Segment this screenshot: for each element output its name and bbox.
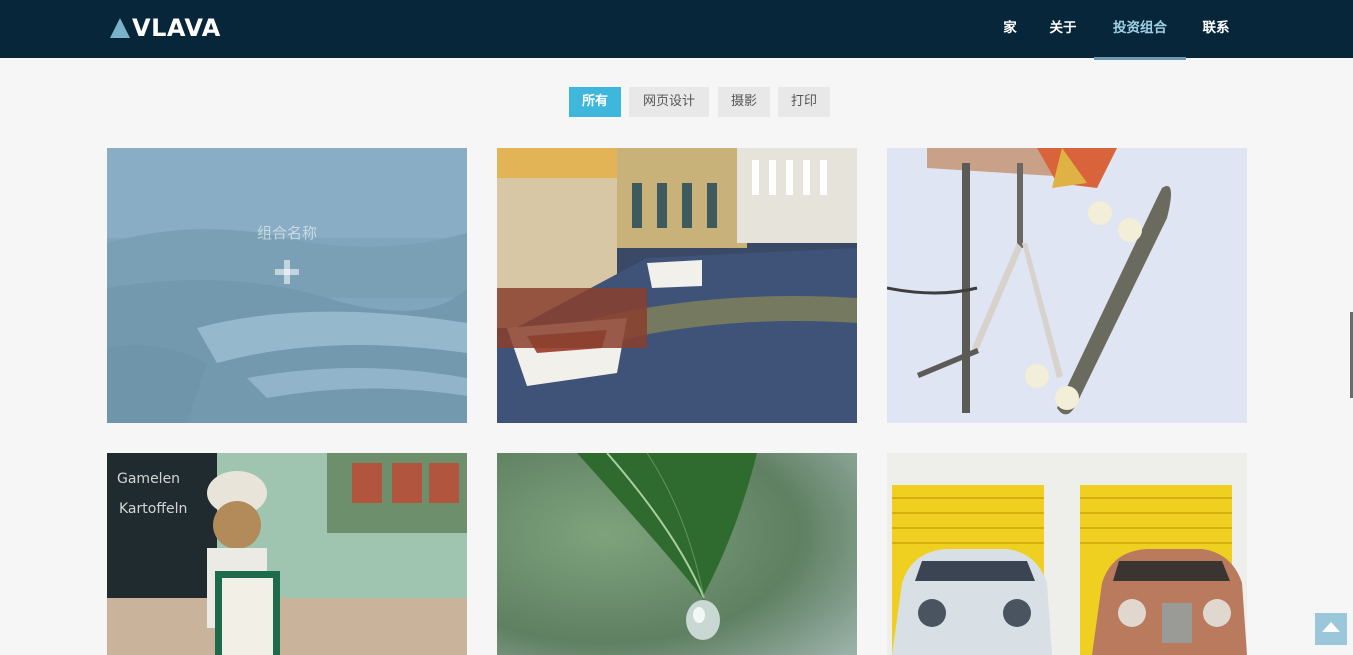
portfolio-hover-overlay[interactable]: 组合名称 <box>107 148 467 423</box>
portfolio-item[interactable]: 组合名称 <box>107 148 467 423</box>
portfolio-item[interactable]: Gamelen Kartoffeln <box>107 453 467 655</box>
triangle-logo-icon <box>110 18 130 38</box>
plus-icon[interactable] <box>275 260 299 284</box>
filter-photography-button[interactable]: 摄影 <box>718 87 770 117</box>
arrow-up-icon[interactable] <box>1315 613 1347 645</box>
portfolio-image-canal <box>497 148 857 423</box>
filter-all-button[interactable]: 所有 <box>569 87 621 117</box>
brand-name: VLAVA <box>132 14 221 42</box>
top-navbar: VLAVA 家 关于 投资组合 联系 <box>0 0 1353 60</box>
nav-item-about[interactable]: 关于 <box>1040 0 1086 58</box>
nav-item-home[interactable]: 家 <box>995 0 1025 58</box>
nav-item-portfolio[interactable]: 投资组合 <box>1094 0 1186 60</box>
portfolio-image-cars <box>887 453 1247 655</box>
filter-print-button[interactable]: 打印 <box>778 87 830 117</box>
portfolio-item-title: 组合名称 <box>256 224 317 242</box>
portfolio-item[interactable] <box>887 148 1247 423</box>
portfolio-item[interactable] <box>887 453 1247 655</box>
portfolio-image-skateboard <box>887 148 1247 423</box>
filter-web-design-button[interactable]: 网页设计 <box>629 87 709 117</box>
svg-text:Kartoffeln: Kartoffeln <box>119 501 187 517</box>
portfolio-image-chef-bear: Gamelen Kartoffeln <box>107 453 467 655</box>
nav-item-contact[interactable]: 联系 <box>1193 0 1239 58</box>
portfolio-item[interactable] <box>497 148 857 423</box>
brand-logo[interactable]: VLAVA <box>110 14 221 42</box>
portfolio-image-leaf <box>497 453 857 655</box>
portfolio-item[interactable] <box>497 453 857 655</box>
svg-text:Gamelen: Gamelen <box>117 471 180 487</box>
